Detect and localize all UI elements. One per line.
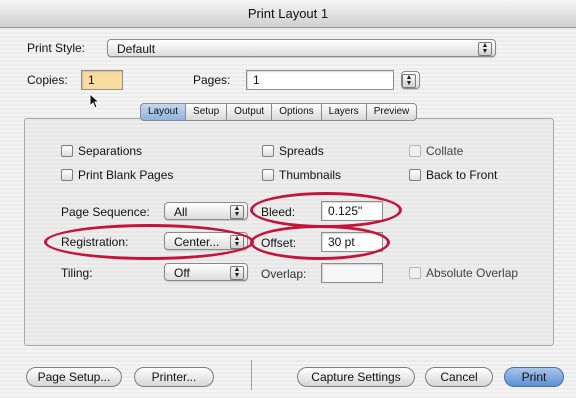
- offset-highlight-ring: [250, 225, 390, 260]
- checkbox-box: [409, 169, 421, 181]
- tab-layers[interactable]: Layers: [320, 103, 366, 121]
- spreads-label: Spreads: [279, 144, 324, 158]
- tab-output[interactable]: Output: [226, 103, 272, 121]
- print-blank-pages-checkbox[interactable]: Print Blank Pages: [61, 168, 173, 182]
- tiling-value: Off: [174, 266, 190, 280]
- back-to-front-checkbox[interactable]: Back to Front: [409, 168, 497, 182]
- registration-highlight-ring: [44, 224, 254, 260]
- copies-field[interactable]: 1: [81, 70, 123, 90]
- pages-popup-button[interactable]: ▲ ▼: [401, 71, 420, 89]
- updown-arrows-icon: ▲ ▼: [230, 205, 244, 219]
- tiling-popup[interactable]: Off ▲ ▼: [164, 263, 248, 281]
- absolute-overlap-label: Absolute Overlap: [426, 266, 519, 280]
- cancel-button[interactable]: Cancel: [425, 367, 493, 387]
- collate-label: Collate: [426, 144, 464, 158]
- print-blank-pages-label: Print Blank Pages: [78, 168, 174, 182]
- separations-label: Separations: [78, 144, 143, 158]
- tab-preview[interactable]: Preview: [365, 103, 418, 121]
- tab-setup[interactable]: Setup: [185, 103, 227, 121]
- capture-settings-button[interactable]: Capture Settings: [297, 367, 415, 387]
- print-button[interactable]: Print: [504, 367, 564, 387]
- pages-label: Pages:: [193, 73, 231, 87]
- button-separator: [251, 360, 252, 390]
- back-to-front-label: Back to Front: [426, 168, 498, 182]
- pages-field[interactable]: 1: [246, 70, 394, 90]
- updown-arrows-icon: ▲ ▼: [230, 266, 244, 280]
- updown-arrows-icon: ▲ ▼: [478, 42, 492, 56]
- printer-button[interactable]: Printer...: [134, 367, 214, 387]
- window-title: Print Layout 1: [0, 0, 576, 28]
- tab-bar: Layout Setup Output Options Layers Previ…: [140, 103, 418, 121]
- absolute-overlap-checkbox[interactable]: Absolute Overlap: [409, 266, 518, 280]
- print-style-popup[interactable]: Default ▲ ▼: [107, 39, 496, 57]
- checkbox-box: [409, 267, 421, 279]
- tab-layout[interactable]: Layout: [140, 103, 186, 121]
- collate-checkbox[interactable]: Collate: [409, 144, 463, 158]
- checkbox-box: [262, 145, 274, 157]
- checkbox-box: [262, 169, 274, 181]
- copies-label: Copies:: [27, 73, 68, 87]
- overlap-label: Overlap:: [261, 267, 307, 281]
- updown-arrows-icon: ▲ ▼: [402, 74, 416, 88]
- overlap-field[interactable]: [321, 263, 383, 283]
- page-setup-button[interactable]: Page Setup...: [26, 367, 122, 387]
- checkbox-box: [61, 145, 73, 157]
- thumbnails-label: Thumbnails: [279, 168, 342, 182]
- thumbnails-checkbox[interactable]: Thumbnails: [262, 168, 341, 182]
- bleed-highlight-ring: [250, 192, 402, 228]
- spreads-checkbox[interactable]: Spreads: [262, 144, 324, 158]
- separations-checkbox[interactable]: Separations: [61, 144, 142, 158]
- checkbox-box: [409, 145, 421, 157]
- print-style-label: Print Style:: [27, 41, 86, 55]
- print-style-value: Default: [117, 42, 156, 56]
- tab-options[interactable]: Options: [271, 103, 321, 121]
- arrow-cursor-icon: [89, 93, 101, 109]
- tiling-label: Tiling:: [61, 266, 93, 280]
- checkbox-box: [61, 169, 73, 181]
- page-sequence-label: Page Sequence:: [61, 205, 150, 219]
- page-sequence-popup[interactable]: All ▲ ▼: [164, 202, 248, 220]
- page-sequence-value: All: [174, 205, 188, 219]
